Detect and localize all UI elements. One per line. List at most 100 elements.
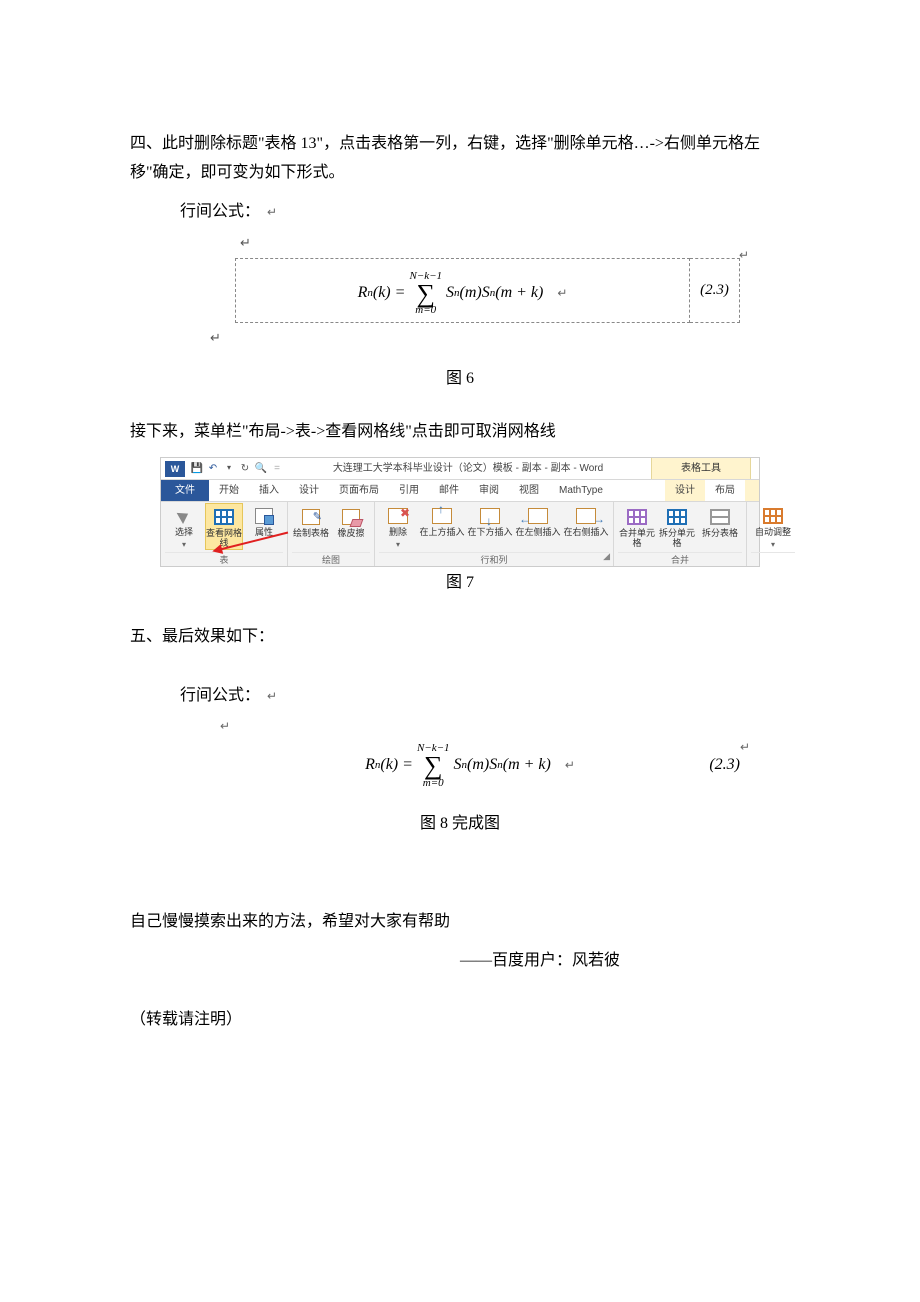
return-mark: ↵ [267, 205, 277, 219]
insert-left-icon: ← [528, 508, 548, 524]
eraser-icon [342, 509, 360, 525]
eq-part: R [358, 279, 368, 308]
undo-icon[interactable]: ↶ [205, 460, 221, 478]
search-icon[interactable]: 🔍 [253, 460, 269, 478]
tab-table-design[interactable]: 设计 [665, 480, 705, 501]
view-gridlines-button[interactable]: 查看网格线 [205, 503, 243, 550]
merge-label: 合并单元格 [618, 529, 656, 549]
eq-part: (m + k) [503, 751, 551, 780]
title-bar: W 💾 ↶ ▾ ↻ 🔍 = 大连理工大学本科毕业设计（论文）模板 - 副本 - … [161, 458, 759, 480]
dialog-launcher-icon[interactable]: ◢ [603, 548, 610, 564]
autofit-label: 自动调整 [755, 528, 791, 538]
tab-table-layout[interactable]: 布局 [705, 480, 745, 501]
return-mark: ↵ [739, 245, 749, 267]
select-button[interactable]: 选择 ▾ [165, 503, 203, 552]
split-table-icon [710, 509, 730, 525]
grid-icon [214, 509, 234, 525]
equation-cell: Rn(k) = N−k−1 ∑ m=0 Sn(m)Sn(m + k) ↵ [235, 258, 690, 323]
draw-label: 绘制表格 [293, 529, 329, 539]
word-icon: W [165, 461, 185, 477]
group-autofit-label [751, 552, 795, 566]
split-icon [667, 509, 687, 525]
insert-left-button[interactable]: ← 在左侧插入 [515, 503, 561, 538]
merge-icon [627, 509, 647, 525]
eraser-button[interactable]: 橡皮擦 [332, 504, 370, 539]
ribbon-body: 选择 ▾ 查看网格线 属性 表 绘制表格 [161, 502, 759, 566]
figure-6-caption: 图 6 [130, 365, 790, 394]
fig8-equation-row: Rn(k) = N−k−1 ∑ m=0 Sn(m)Sn(m + k) ↵ (2.… [260, 737, 740, 794]
merge-cells-button[interactable]: 合并单元格 [618, 504, 656, 549]
sigma: ∑ [416, 282, 435, 305]
select-label: 选择 [175, 528, 193, 538]
tab-home[interactable]: 开始 [209, 480, 249, 501]
group-merge: 合并单元格 拆分单元格 拆分表格 合并 [614, 502, 747, 566]
properties-button[interactable]: 属性 [245, 503, 283, 538]
eq-part: (k) = [373, 279, 406, 308]
step4-text: 四、此时删除标题"表格 13"，点击表格第一列，右键，选择"删除单元格…->右侧… [130, 130, 790, 188]
return-mark: ↵ [240, 235, 251, 250]
closing-line: 自己慢慢摸索出来的方法，希望对大家有帮助 [130, 908, 790, 937]
figure-8: 行间公式： ↵ ↵ Rn(k) = N−k−1 ∑ m=0 Sn(m)Sn(m … [130, 682, 790, 795]
fig6-equation-table: Rn(k) = N−k−1 ∑ m=0 Sn(m)Sn(m + k) ↵ (2.… [235, 258, 740, 323]
pencil-icon [302, 509, 320, 525]
properties-icon [255, 508, 273, 524]
return-mark: ↵ [557, 283, 567, 305]
sum-lower: m=0 [415, 305, 436, 316]
group-merge-label: 合并 [618, 552, 742, 566]
delete-icon [388, 508, 408, 524]
fig6-after-para: ↵ [210, 326, 740, 349]
equation-number-cell: (2.3) ↵ [680, 751, 740, 780]
tab-references[interactable]: 引用 [389, 480, 429, 501]
split-table-label: 拆分表格 [702, 529, 738, 539]
group-draw: 绘制表格 橡皮擦 绘图 [288, 502, 375, 566]
summation-symbol: N−k−1 ∑ m=0 [417, 743, 450, 788]
group-rows-cols: 删除 ▾ ↑ 在上方插入 ↓ 在下方插入 ← 在左侧插入 → 在右侧插入 [375, 502, 614, 566]
eq-part: (m)S [460, 279, 490, 308]
return-mark: ↵ [565, 755, 575, 777]
between-text: 接下来，菜单栏"布局->表->查看网格线"点击即可取消网格线 [130, 418, 790, 447]
fig6-eq-prefix: 行间公式： ↵ [180, 198, 740, 227]
tab-page-layout[interactable]: 页面布局 [329, 480, 389, 501]
save-icon[interactable]: 💾 [189, 460, 205, 478]
figure-8-caption: 图 8 完成图 [130, 810, 790, 839]
equation-number: (2.3) [709, 756, 740, 773]
sum-lower: m=0 [423, 778, 444, 789]
tab-design[interactable]: 设计 [289, 480, 329, 501]
group-draw-label: 绘图 [292, 552, 370, 566]
insert-below-button[interactable]: ↓ 在下方插入 [467, 503, 513, 538]
properties-label: 属性 [255, 528, 273, 538]
tab-view[interactable]: 视图 [509, 480, 549, 501]
qat-dropdown-icon[interactable]: ▾ [221, 461, 237, 475]
figure-6: 行间公式： ↵ ↵ Rn(k) = N−k−1 ∑ m=0 Sn(m)Sn(m … [130, 198, 790, 350]
autofit-button[interactable]: 自动调整 ▾ [751, 503, 795, 552]
split-cells-button[interactable]: 拆分单元格 [658, 504, 696, 549]
tab-file[interactable]: 文件 [161, 480, 209, 501]
redo-icon[interactable]: ↻ [237, 460, 253, 478]
eq-part: S [446, 279, 454, 308]
signature: ——百度用户：风若彼 [130, 947, 790, 976]
ribbon-tabs: 文件 开始 插入 设计 页面布局 引用 邮件 审阅 视图 MathType 设计… [161, 480, 759, 502]
insert-above-icon: ↑ [432, 508, 452, 524]
tab-mathtype[interactable]: MathType [549, 480, 613, 501]
fig6-blank-para: ↵ [240, 231, 740, 254]
split-table-button[interactable]: 拆分表格 [698, 504, 742, 539]
tab-insert[interactable]: 插入 [249, 480, 289, 501]
insert-above-label: 在上方插入 [419, 528, 464, 538]
insert-below-icon: ↓ [480, 508, 500, 524]
tab-mailings[interactable]: 邮件 [429, 480, 469, 501]
return-mark: ↵ [220, 719, 230, 733]
word-ribbon-screenshot: W 💾 ↶ ▾ ↻ 🔍 = 大连理工大学本科毕业设计（论文）模板 - 副本 - … [160, 457, 760, 567]
table-tools-title: 表格工具 [651, 458, 751, 479]
summation-symbol: N−k−1 ∑ m=0 [409, 271, 442, 316]
tab-review[interactable]: 审阅 [469, 480, 509, 501]
eq-prefix-label: 行间公式： [180, 203, 260, 220]
eq-part: (m + k) [495, 279, 543, 308]
insert-right-button[interactable]: → 在右侧插入 [563, 503, 609, 538]
draw-table-button[interactable]: 绘制表格 [292, 504, 330, 539]
repost-note: （转载请注明） [130, 1006, 790, 1035]
delete-button[interactable]: 删除 ▾ [379, 503, 417, 552]
eq-part: (k) = [380, 751, 413, 780]
return-mark: ↵ [267, 689, 277, 703]
insert-right-icon: → [576, 508, 596, 524]
insert-above-button[interactable]: ↑ 在上方插入 [419, 503, 465, 538]
